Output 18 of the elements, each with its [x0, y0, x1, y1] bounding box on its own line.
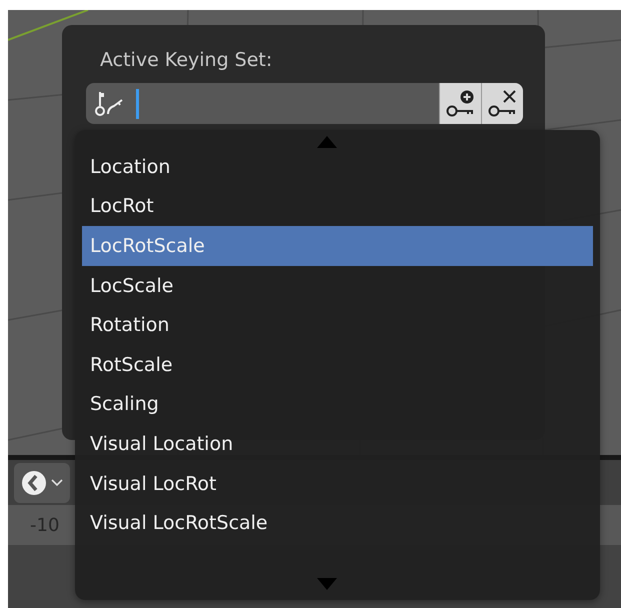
chevron-down-icon — [51, 478, 63, 486]
add-keying-set-button[interactable] — [439, 83, 481, 124]
key-plus-icon — [446, 88, 476, 118]
key-x-icon — [488, 88, 518, 118]
menu-item[interactable]: Rotation — [82, 305, 593, 345]
editor-type-button[interactable] — [14, 462, 70, 502]
menu-item[interactable]: LocRotScale — [82, 226, 593, 266]
keying-set-field[interactable] — [86, 83, 523, 124]
menu-item[interactable]: RotScale — [82, 344, 593, 385]
text-cursor — [136, 88, 139, 118]
menu-item[interactable]: Scaling — [82, 384, 593, 424]
menu-item[interactable]: LocRot — [82, 186, 593, 226]
menu-item[interactable]: Visual Location — [82, 424, 593, 464]
menu-item[interactable]: Location — [82, 147, 593, 187]
keying-set-label: Active Keying Set: — [99, 49, 274, 71]
remove-keying-set-button[interactable] — [481, 83, 523, 124]
menu-item[interactable]: LocScale — [82, 266, 593, 306]
menu-item[interactable]: Visual LocRotScale — [82, 503, 593, 543]
